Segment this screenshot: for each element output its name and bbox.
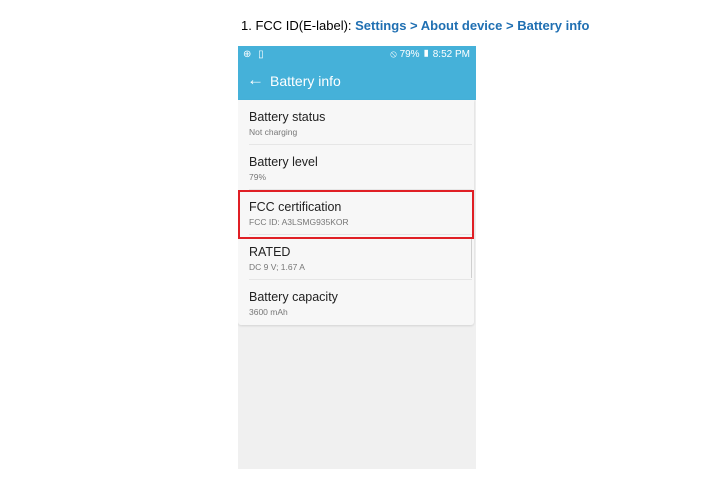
status-right-info: ⦸ 79% ▮ 8:52 PM: [390, 49, 470, 60]
item-title: Battery capacity: [249, 290, 338, 304]
item-title: Battery level: [249, 155, 318, 169]
status-bar: ⊕ ▯ ⦸ 79% ▮ 8:52 PM: [238, 46, 476, 63]
list-item-battery-status[interactable]: Battery status Not charging: [238, 100, 474, 145]
app-bar: ← Battery info: [238, 63, 476, 100]
status-left-icons: ⊕ ▯: [243, 49, 266, 60]
highlight-box: [238, 190, 474, 239]
item-title: RATED: [249, 245, 291, 259]
item-subtitle: 3600 mAh: [249, 307, 288, 317]
phone-screen: ⊕ ▯ ⦸ 79% ▮ 8:52 PM ← Battery info Batte…: [238, 46, 476, 469]
item-subtitle: DC 9 V; 1.67 A: [249, 262, 305, 272]
list-item-rated[interactable]: RATED DC 9 V; 1.67 A: [238, 235, 474, 280]
list-item-battery-capacity[interactable]: Battery capacity 3600 mAh: [238, 280, 474, 325]
instruction-caption: 1. FCC ID(E-label): Settings > About dev…: [241, 18, 589, 33]
item-title: Battery status: [249, 110, 326, 124]
list-item-battery-level[interactable]: Battery level 79%: [238, 145, 474, 190]
page-title: Battery info: [270, 73, 341, 89]
caption-settings-path: Settings > About device > Battery info: [355, 18, 590, 33]
caption-prefix: 1. FCC ID(E-label):: [241, 18, 356, 33]
item-subtitle: 79%: [249, 172, 267, 182]
item-subtitle: Not charging: [249, 127, 298, 137]
scroll-indicator: [469, 238, 472, 278]
back-arrow-icon[interactable]: ←: [247, 70, 264, 90]
